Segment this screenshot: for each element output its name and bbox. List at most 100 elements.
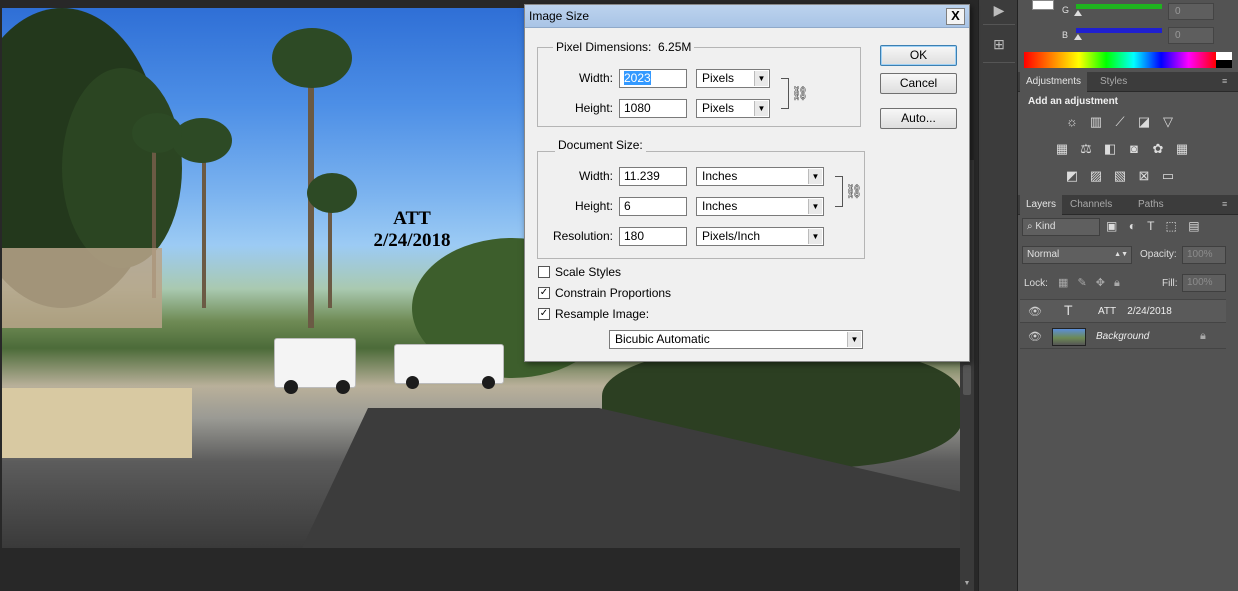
tab-adjustments[interactable]: Adjustments [1020,72,1088,92]
blend-mode-value: Normal [1027,249,1060,260]
right-panels: G 0 B 0 Adjustments Styles ≡ Add an adju… [1018,0,1238,591]
b-slider[interactable] [1076,28,1162,33]
g-slider-handle-icon[interactable] [1074,10,1082,16]
foreground-swatch[interactable] [1032,0,1054,10]
resample-method-select[interactable]: Bicubic Automatic ▼ [609,330,863,349]
exposure-icon[interactable]: ◪ [1136,114,1152,130]
gradient-map-icon[interactable]: ▭ [1160,168,1176,184]
pixel-width-unit-select[interactable]: Pixels ▼ [696,69,770,88]
chain-link-icon: ⛓ [791,85,809,101]
layer-name: ATT 2/24/2018 [1098,306,1172,317]
layer-filter-icons: ▣ ◐ T ⬚ ▤ [1106,219,1226,235]
invert-icon[interactable]: ◩ [1064,168,1080,184]
opacity-field[interactable]: 100% [1182,246,1226,264]
lock-icon: 🔒︎ [1200,330,1206,342]
threshold-icon[interactable]: ▧ [1112,168,1128,184]
hue-saturation-icon[interactable]: ▦ [1054,141,1070,157]
filter-kind-label: Kind [1035,221,1056,232]
pixel-dimensions-legend: Pixel Dimensions: 6.25M [553,40,695,54]
pixel-width-value: 2023 [624,71,651,85]
tab-channels[interactable]: Channels [1064,195,1118,215]
chevron-down-icon: ▼ [754,71,768,86]
doc-height-unit-select[interactable]: Inches ▼ [696,197,824,216]
link-bracket [781,78,789,109]
tab-paths[interactable]: Paths [1132,195,1170,215]
scale-styles-checkbox[interactable] [538,266,550,278]
vibrance-icon[interactable]: ▽ [1160,114,1176,130]
doc-width-label: Width: [578,169,613,183]
resolution-input[interactable]: 180 [619,227,687,246]
doc-width-input[interactable]: 11.239 [619,167,687,186]
blend-mode-dropdown[interactable]: Normal ▲▼ [1022,246,1132,264]
layer-thumbnail [1052,328,1086,346]
lock-image-icon[interactable]: ✎ [1077,277,1086,289]
g-slider[interactable] [1076,4,1162,9]
dialog-titlebar[interactable]: Image Size [525,5,969,28]
adjustment-filter-icon[interactable]: ◐ [1129,219,1136,233]
dialog-title: Image Size [529,9,590,23]
pixel-height-unit-select[interactable]: Pixels ▼ [696,99,770,118]
lock-transparent-icon[interactable]: ▦ [1058,277,1068,289]
type-filter-icon[interactable]: T [1147,219,1154,233]
curves-icon[interactable]: ⟋ [1112,114,1128,130]
posterize-icon[interactable]: ▨ [1088,168,1104,184]
layer-row-background[interactable]: 👁︎ Background 🔒︎ [1020,325,1226,349]
channel-mixer-icon[interactable]: ✿ [1150,141,1166,157]
cancel-button[interactable]: Cancel [880,73,957,94]
fill-field[interactable]: 100% [1182,274,1226,292]
resolution-unit-select[interactable]: Pixels/Inch ▼ [696,227,824,246]
pixel-height-input[interactable]: 1080 [619,99,687,118]
tab-styles[interactable]: Styles [1094,72,1133,92]
scroll-down-arrow-icon[interactable]: ▼ [963,580,971,588]
photo-filter-icon[interactable]: ◙ [1126,141,1142,157]
photo-caption: ATT 2/24/2018 [332,208,492,252]
layer-filter-dropdown[interactable]: ⌕ Kind [1022,218,1100,236]
shape-filter-icon[interactable]: ⬚ [1166,219,1177,233]
color-spectrum[interactable] [1024,52,1216,68]
panel-menu-icon[interactable]: ≡ [1222,199,1227,209]
black-white-icon[interactable]: ◧ [1102,141,1118,157]
canopy [2,248,162,328]
doc-width-unit: Inches [702,169,738,183]
g-value-field[interactable]: 0 [1168,3,1214,20]
properties-icon[interactable]: ⊞ [987,34,1011,54]
resample-image-checkbox[interactable]: ✓ [538,308,550,320]
chevron-down-icon: ▼ [808,229,822,244]
scrollbar-thumb[interactable] [963,365,971,395]
tab-layers[interactable]: Layers [1020,195,1063,215]
b-slider-handle-icon[interactable] [1074,34,1082,40]
black-white-swatch[interactable] [1216,52,1232,68]
resolution-unit: Pixels/Inch [702,229,761,243]
brightness-icon[interactable]: ☼ [1064,114,1080,130]
smart-object-filter-icon[interactable]: ▤ [1188,219,1199,233]
visibility-eye-icon[interactable]: 👁︎ [1028,305,1042,319]
pixel-width-input[interactable]: 2023 [619,69,687,88]
wheel [284,380,298,394]
ok-button[interactable]: OK [880,45,957,66]
chain-link-icon: ⛓ [845,183,863,199]
image-filter-icon[interactable]: ▣ [1106,219,1117,233]
pixel-width-unit: Pixels [702,71,735,85]
levels-icon[interactable]: ▥ [1088,114,1104,130]
visibility-eye-icon[interactable]: 👁︎ [1028,330,1042,344]
constrain-proportions-checkbox[interactable]: ✓ [538,287,550,299]
pixel-dimensions-size: 6.25M [658,40,692,54]
layer-row-text[interactable]: 👁︎ T ATT 2/24/2018 [1020,299,1226,323]
document-size-legend: Document Size: [555,138,646,152]
doc-width-unit-select[interactable]: Inches ▼ [696,167,824,186]
selective-color-icon[interactable]: ⊠ [1136,168,1152,184]
b-value-field[interactable]: 0 [1168,27,1214,44]
lock-position-icon[interactable]: ✥ [1096,277,1105,289]
panel-menu-icon[interactable]: ≡ [1222,76,1227,86]
close-icon[interactable]: X [946,8,965,25]
auto-button[interactable]: Auto... [880,108,957,129]
adjustment-icons-row-2: ▦ ⚖ ◧ ◙ ✿ ▦ [1052,141,1222,159]
lock-all-icon[interactable]: 🔒︎ [1114,277,1120,289]
lock-label: Lock: [1024,278,1048,289]
doc-height-input[interactable]: 6 [619,197,687,216]
color-balance-icon[interactable]: ⚖ [1078,141,1094,157]
color-lookup-icon[interactable]: ▦ [1174,141,1190,157]
link-bracket [835,176,843,207]
play-icon[interactable]: ▶ [987,0,1011,20]
b-label: B [1062,30,1069,40]
